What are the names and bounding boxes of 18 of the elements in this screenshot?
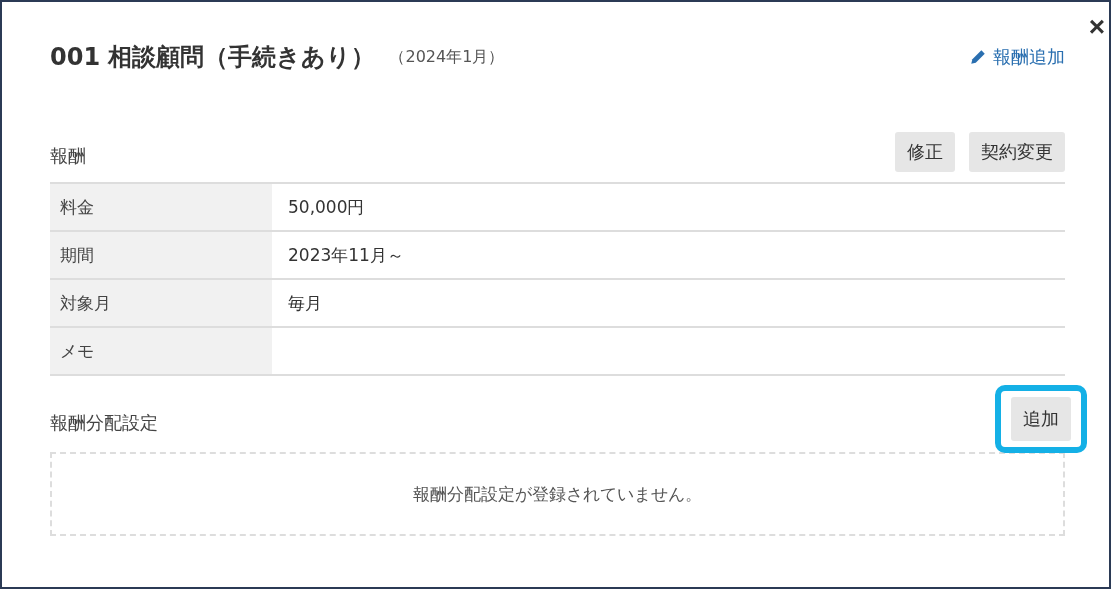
- add-button[interactable]: 追加: [1011, 397, 1071, 441]
- section-heading: 報酬: [50, 144, 86, 168]
- action-button[interactable]: 修正: [895, 132, 955, 172]
- table-cell: 毎月: [272, 279, 1065, 327]
- table-cell: 50,000円: [272, 183, 1065, 231]
- add-fee-link[interactable]: 報酬追加: [969, 45, 1065, 69]
- action-button[interactable]: 契約変更: [969, 132, 1065, 172]
- pencil-icon: [969, 48, 987, 66]
- close-button[interactable]: ×: [1088, 12, 1105, 42]
- section-heading: 報酬分配設定: [50, 411, 158, 435]
- dialog-title: 001 相談顧問（手続きあり）: [50, 42, 376, 73]
- row-label: メモ: [50, 327, 272, 375]
- dialog-subtitle: （2024年1月）: [389, 46, 505, 68]
- empty-message: 報酬分配設定が登録されていません。: [413, 482, 702, 506]
- row-label: 対象月: [50, 279, 272, 327]
- table-cell: 2023年11月～: [272, 231, 1065, 279]
- row-label: 料金: [50, 183, 272, 231]
- row-label: 期間: [50, 231, 272, 279]
